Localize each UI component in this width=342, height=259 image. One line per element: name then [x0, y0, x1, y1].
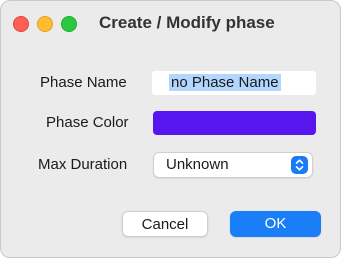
cancel-button[interactable]: Cancel: [122, 211, 208, 237]
max-duration-value: Unknown: [166, 156, 229, 173]
dialog-window: Create / Modify phase Phase Name no Phas…: [0, 0, 341, 258]
minimize-window-button[interactable]: [37, 16, 53, 32]
phase-name-value: no Phase Name: [169, 74, 281, 91]
ok-button[interactable]: OK: [230, 211, 321, 237]
max-duration-label: Max Duration: [38, 156, 128, 173]
phase-color-well[interactable]: [153, 111, 316, 135]
window-title: Create / Modify phase: [99, 13, 275, 32]
phase-name-input[interactable]: no Phase Name: [152, 71, 316, 95]
phase-color-label: Phase Color: [46, 114, 129, 131]
max-duration-select[interactable]: Unknown: [153, 152, 313, 178]
zoom-window-button[interactable]: [61, 16, 77, 32]
chevron-updown-icon: [291, 156, 308, 174]
close-window-button[interactable]: [13, 16, 29, 32]
phase-name-label: Phase Name: [40, 74, 127, 91]
title-bar: Create / Modify phase: [1, 1, 340, 45]
